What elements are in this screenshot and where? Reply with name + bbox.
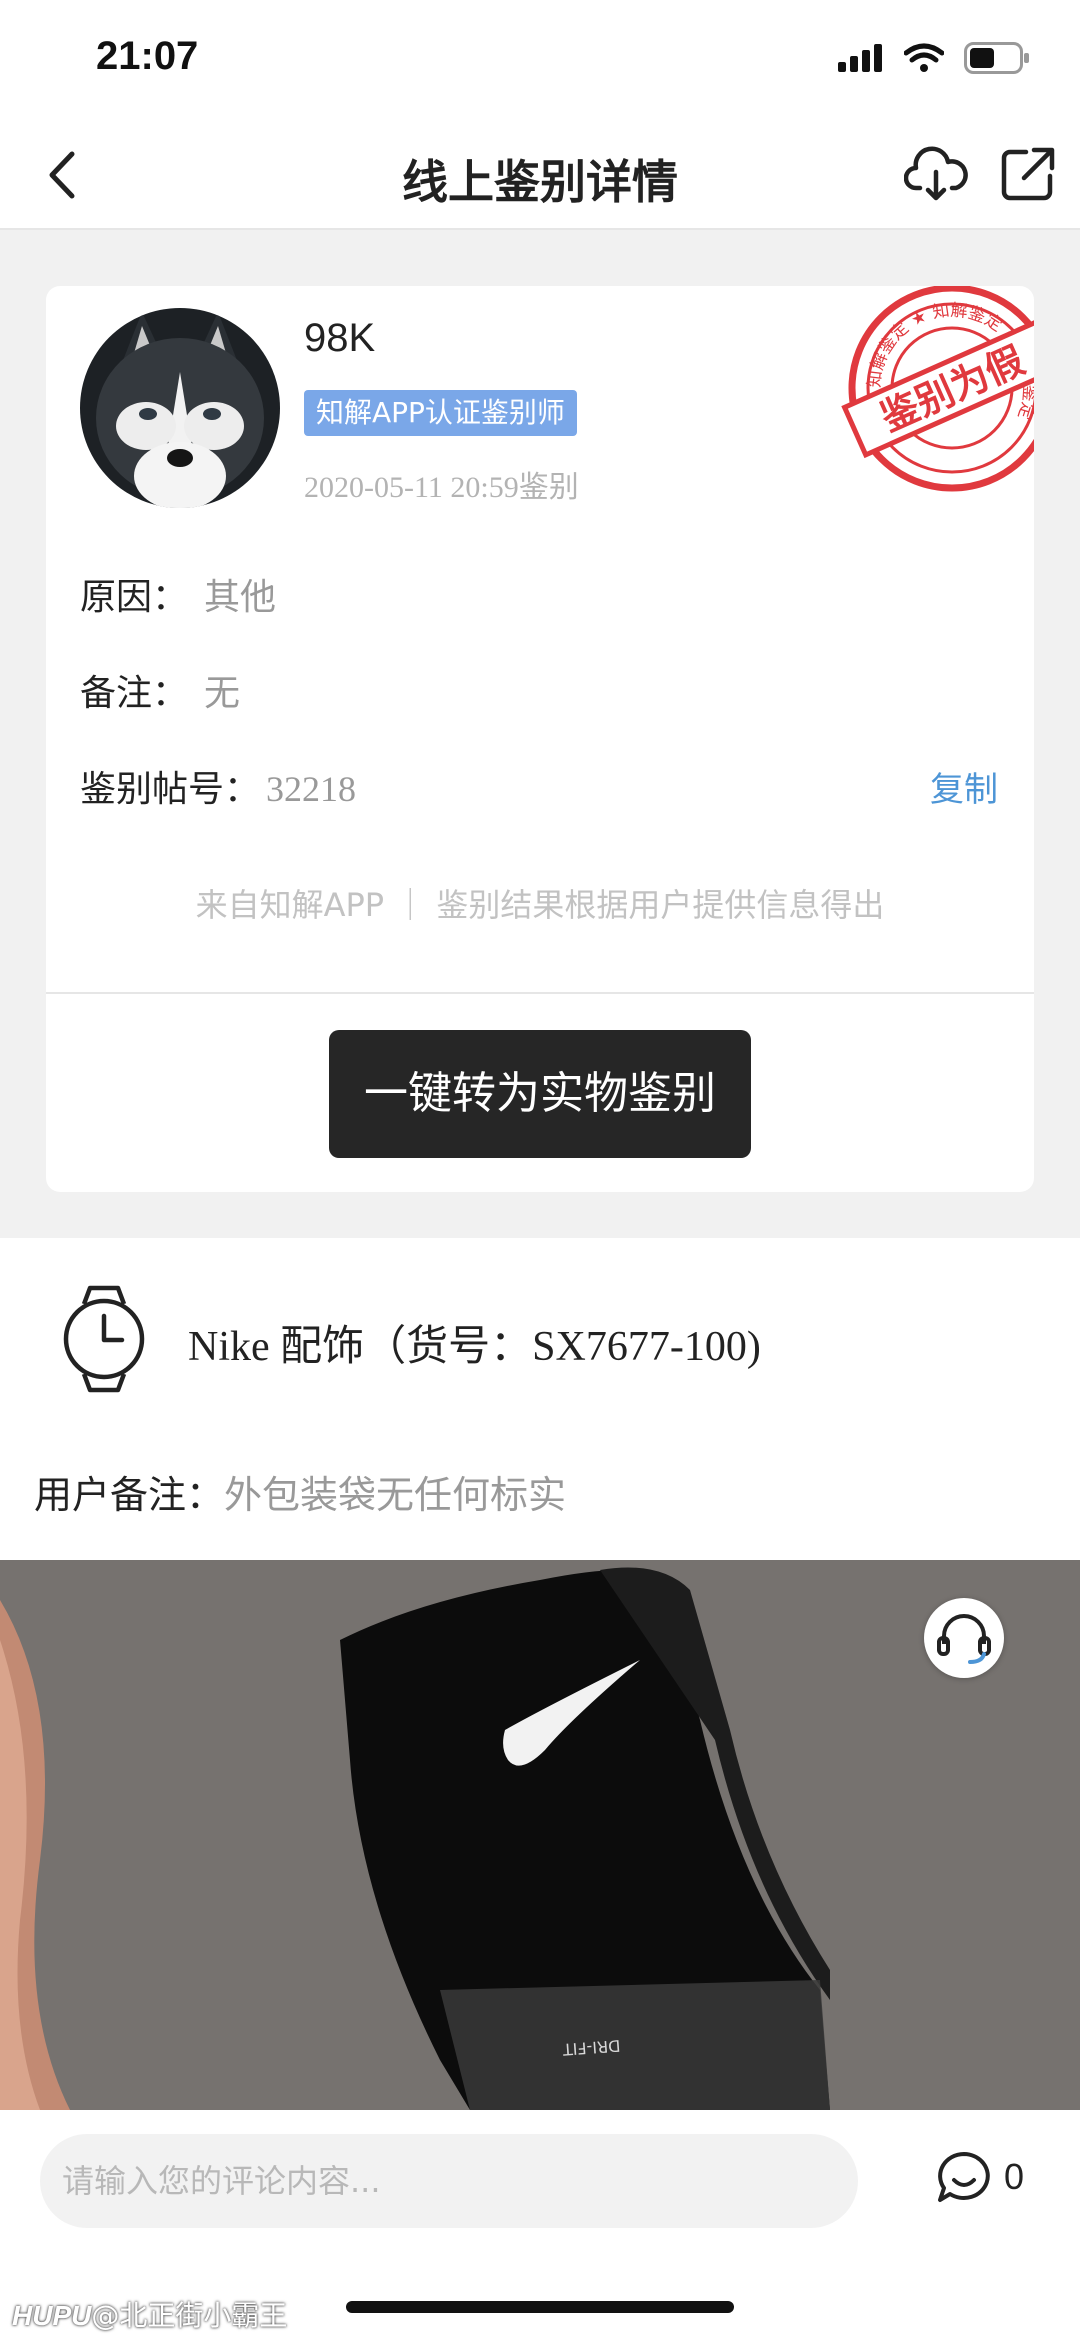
post-number-value: 32218 <box>266 769 357 809</box>
battery-icon <box>964 42 1029 74</box>
user-remark: 用户备注：外包装袋无任何标实 <box>34 1464 566 1519</box>
product-name: Nike 配饰（货号：SX7677-100) <box>188 1324 761 1370</box>
comment-input[interactable] <box>40 2134 858 2228</box>
comment-bubble-icon <box>938 2152 990 2202</box>
reason-row: 原因： 其他 <box>80 568 276 620</box>
convert-to-physical-button[interactable]: 一键转为实物鉴别 <box>329 1030 751 1158</box>
watermark-user: @北正街小霸王 <box>91 2299 288 2332</box>
user-remark-label: 用户备注： <box>34 1473 225 1517</box>
watch-icon <box>63 1285 145 1393</box>
avatar[interactable] <box>80 308 280 508</box>
status-icons <box>838 42 1030 74</box>
post-number-label: 鉴别帖号： <box>80 769 261 810</box>
appraisal-card: 98K 知解APP认证鉴别师 2020-05-11 20:59鉴别 知解鉴定 ★… <box>46 286 1034 1192</box>
reason-label: 原因： <box>80 577 189 618</box>
share-icon[interactable] <box>1000 146 1056 202</box>
status-time: 21:07 <box>96 34 199 78</box>
comment-button[interactable]: 0 <box>936 2150 1024 2204</box>
appraisal-time: 2020-05-11 20:59鉴别 <box>304 471 579 504</box>
user-remark-value: 外包装袋无任何标实 <box>224 1473 567 1517</box>
note-value: 无 <box>204 673 241 714</box>
nav-bar: 线上鉴别详情 <box>0 120 1080 230</box>
wifi-icon <box>904 43 944 72</box>
appraiser-name: 98K <box>304 316 376 360</box>
home-indicator[interactable] <box>346 2301 734 2313</box>
signal-icon <box>838 44 882 72</box>
note-label: 备注： <box>80 673 189 714</box>
comment-count: 0 <box>1004 2156 1025 2197</box>
certified-appraiser-badge: 知解APP认证鉴别师 <box>304 390 577 436</box>
cloud-download-icon[interactable] <box>904 146 968 202</box>
reason-value: 其他 <box>204 577 277 618</box>
copy-button[interactable]: 复制 <box>930 762 998 811</box>
status-bar: 21:07 <box>0 0 1080 120</box>
svg-text:DRI-FIT: DRI-FIT <box>562 2036 621 2059</box>
disclaimer: 来自知解APP ｜ 鉴别结果根据用户提供信息得出 <box>195 886 885 924</box>
post-number-row: 鉴别帖号： 32218 <box>80 760 356 812</box>
customer-service-button[interactable] <box>924 1598 1004 1678</box>
headset-icon <box>937 1614 991 1664</box>
fake-verdict-stamp: 知解鉴定 ★ 知解鉴定 ★ 知解鉴定 鉴别为假 <box>841 286 1034 492</box>
watermark: HUPU@北正街小霸王 <box>12 2294 287 2334</box>
product-photo[interactable]: DRI-FIT <box>0 1560 1080 2110</box>
note-row: 备注： 无 <box>80 664 240 716</box>
divider <box>46 992 1034 994</box>
watermark-brand: HUPU <box>12 2300 92 2331</box>
